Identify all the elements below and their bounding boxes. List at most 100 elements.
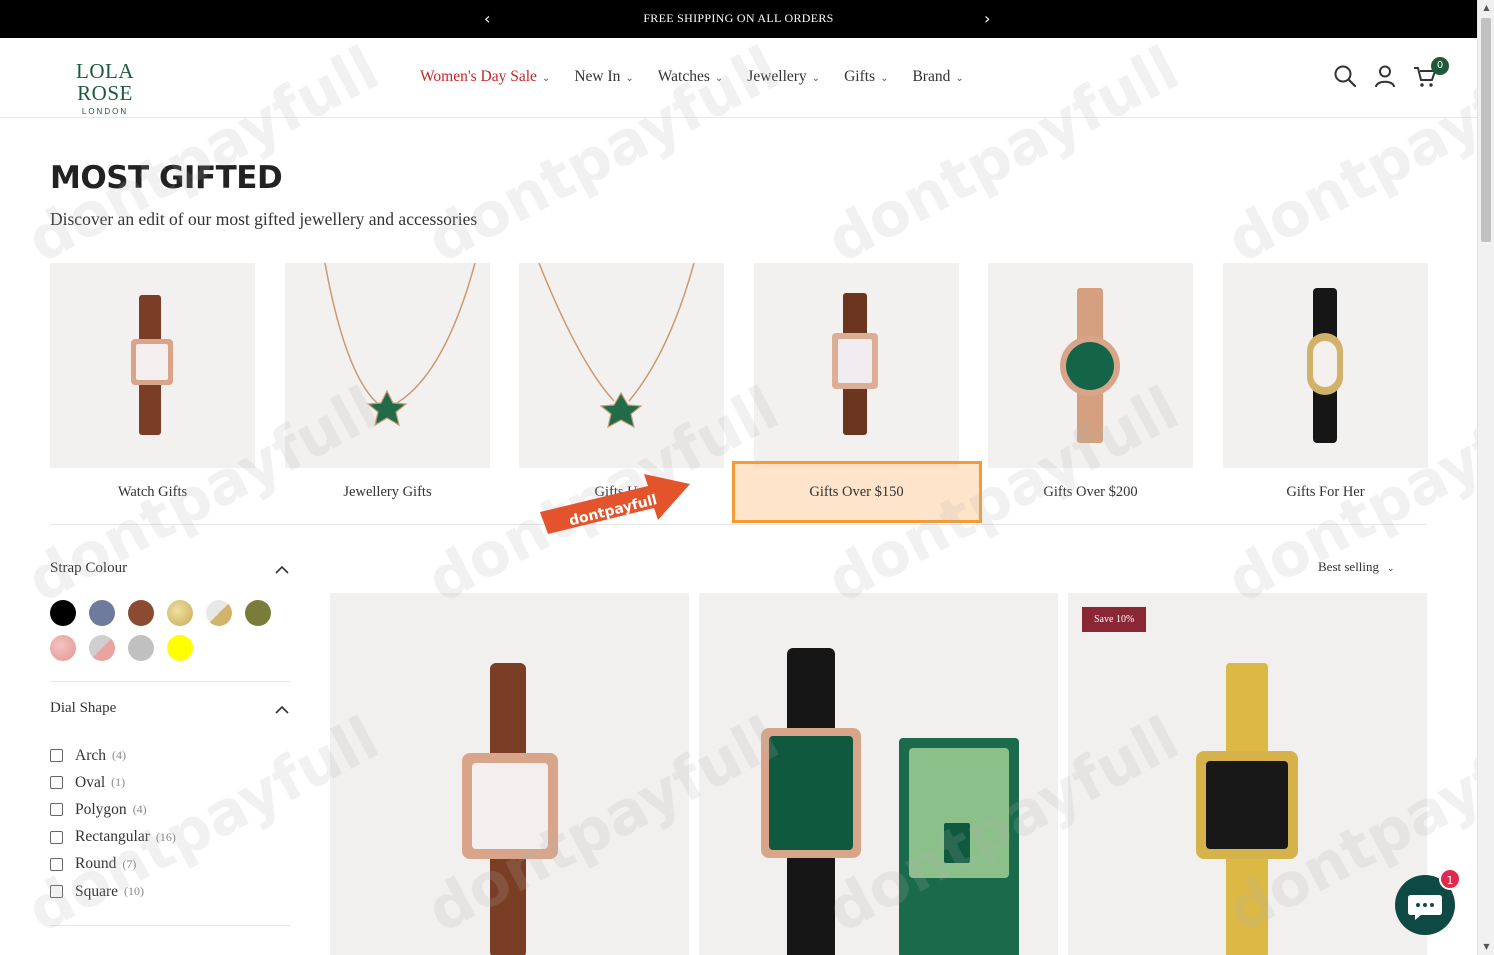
cart-icon[interactable]: 0 <box>1413 57 1449 88</box>
dial-shape-option-arch[interactable]: Arch (4) <box>50 742 290 769</box>
user-icon[interactable] <box>1373 64 1397 88</box>
announcement-bar: ‹ FREE SHIPPING ON ALL ORDERS › <box>0 0 1477 38</box>
checkbox[interactable] <box>50 830 63 844</box>
category-image <box>754 263 959 468</box>
nav-item-jewellery[interactable]: Jewellery ⌄ <box>747 68 820 86</box>
product-card[interactable] <box>699 593 1058 955</box>
category-gifts-over-150[interactable]: Gifts Over $150 <box>732 263 982 523</box>
nav-item-brand[interactable]: Brand ⌄ <box>912 68 963 86</box>
product-image <box>1196 663 1298 955</box>
category-label: Watch Gifts <box>117 484 188 500</box>
chevron-up-icon <box>274 562 290 578</box>
category-image <box>519 263 724 468</box>
option-count: (10) <box>124 884 145 899</box>
colour-swatch[interactable] <box>128 635 154 661</box>
dial-shape-option-round[interactable]: Round (7) <box>50 851 290 878</box>
category-label: Gifts For Her <box>1286 484 1365 500</box>
nav-item-gifts[interactable]: Gifts ⌄ <box>844 68 888 86</box>
category-label: Gifts Over $200 <box>1043 484 1138 500</box>
logo-wordmark: LOLA ROSE <box>76 59 134 105</box>
main-nav: Women's Day Sale ⌄ New In ⌄ Watches ⌄ Jewel… <box>420 68 988 86</box>
chevron-down-icon: ⌄ <box>1387 564 1395 574</box>
colour-swatch[interactable] <box>206 600 232 626</box>
colour-swatch[interactable] <box>167 600 193 626</box>
scroll-thumb[interactable] <box>1481 18 1491 242</box>
filter-divider <box>50 925 290 927</box>
colour-swatch[interactable] <box>50 635 76 661</box>
chevron-down-icon: ⌄ <box>955 73 964 84</box>
filter-strap-colour-header[interactable]: Strap Colour <box>50 560 290 584</box>
colour-swatch[interactable] <box>245 600 271 626</box>
site-header: LOLA ROSE LONDON Women's Day Sale ⌄ New I… <box>0 38 1477 118</box>
category-gifts-for-her[interactable]: Gifts For Her <box>1223 263 1428 513</box>
chevron-down-icon: ⌄ <box>714 73 724 84</box>
brand-logo[interactable]: LOLA ROSE LONDON <box>50 60 160 116</box>
nav-item-womens-day-sale[interactable]: Women's Day Sale ⌄ <box>420 68 550 86</box>
option-count: (16) <box>155 829 176 844</box>
page-title: MOST GIFTED <box>50 160 283 196</box>
filter-title: Strap Colour <box>50 560 128 576</box>
option-name: Square <box>75 882 119 900</box>
logo-subline: LONDON <box>81 107 129 116</box>
chat-unread-badge: 1 <box>1439 868 1461 890</box>
option-name: Oval <box>75 773 106 791</box>
checkbox[interactable] <box>50 857 63 871</box>
checkbox[interactable] <box>50 776 63 790</box>
filter-dial-shape-header[interactable]: Dial Shape <box>50 700 290 724</box>
dial-shape-option-oval[interactable]: Oval (1) <box>50 769 290 796</box>
announcement-next-arrow[interactable]: › <box>984 9 990 28</box>
colour-swatch[interactable] <box>50 600 76 626</box>
dial-shape-options: Arch (4) Oval (1) Polygon (4) Rectangular (1… <box>50 742 290 905</box>
search-icon[interactable] <box>1333 64 1357 88</box>
strap-colour-swatches <box>50 600 290 661</box>
chevron-up-icon <box>274 702 290 718</box>
option-count: (4) <box>132 802 147 817</box>
colour-swatch[interactable] <box>167 635 193 661</box>
nav-label: Gifts <box>844 68 876 85</box>
option-count: (7) <box>122 856 137 871</box>
sort-label: Best selling <box>1318 559 1380 574</box>
category-label: Jewellery Gifts <box>343 484 432 500</box>
option-name: Round <box>75 855 117 873</box>
category-watch-gifts[interactable]: Watch Gifts <box>50 263 255 513</box>
announcement-text: FREE SHIPPING ON ALL ORDERS <box>643 11 834 25</box>
checkbox[interactable] <box>50 803 63 817</box>
header-icons: 0 <box>1333 57 1449 88</box>
chevron-down-icon: ⌄ <box>625 73 634 84</box>
colour-swatch[interactable] <box>89 600 115 626</box>
category-image <box>285 263 490 468</box>
product-image <box>462 663 558 955</box>
category-gifts-over-200[interactable]: Gifts Over $200 <box>988 263 1193 513</box>
option-count: (1) <box>111 775 126 790</box>
dial-shape-option-square[interactable]: Square (10) <box>50 878 290 905</box>
chevron-down-icon: ⌄ <box>811 73 821 84</box>
checkbox[interactable] <box>50 749 63 763</box>
filter-title: Dial Shape <box>50 700 117 716</box>
category-jewellery-gifts[interactable]: Jewellery Gifts <box>285 263 490 513</box>
product-card[interactable] <box>330 593 689 955</box>
checkbox[interactable] <box>50 885 63 899</box>
colour-swatch[interactable] <box>89 635 115 661</box>
category-image <box>988 263 1193 468</box>
option-name: Rectangular <box>75 828 150 846</box>
chevron-down-icon: ⌄ <box>541 73 551 84</box>
nav-label: Watches <box>657 68 710 85</box>
colour-swatch[interactable] <box>128 600 154 626</box>
scroll-up-arrow[interactable]: ▲ <box>1478 0 1494 16</box>
save-badge: Save 10% <box>1082 607 1147 632</box>
nav-item-watches[interactable]: Watches ⌄ <box>658 68 724 86</box>
nav-label: Jewellery <box>747 68 807 85</box>
chevron-down-icon: ⌄ <box>880 73 889 84</box>
page-subtitle: Discover an edit of our most gifted jewe… <box>50 209 478 229</box>
cart-count-badge: 0 <box>1431 57 1449 75</box>
scroll-down-arrow[interactable]: ▼ <box>1478 939 1494 955</box>
product-image <box>761 648 1019 955</box>
nav-item-new-in[interactable]: New In ⌄ <box>574 68 633 86</box>
product-card[interactable]: Save 10% <box>1068 593 1427 955</box>
option-count: (4) <box>112 748 126 763</box>
page-scrollbar[interactable]: ▲ ▼ <box>1477 0 1494 955</box>
nav-label: Brand <box>912 68 951 85</box>
dial-shape-option-polygon[interactable]: Polygon (4) <box>50 796 290 823</box>
sort-dropdown[interactable]: Best selling ⌄ <box>1318 559 1395 575</box>
dial-shape-option-rectangular[interactable]: Rectangular (16) <box>50 824 290 851</box>
